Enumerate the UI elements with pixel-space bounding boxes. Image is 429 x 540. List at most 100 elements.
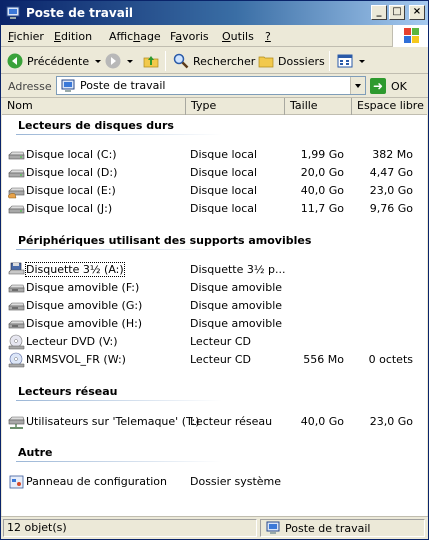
list-item[interactable]: Disque local (J:) Disque local 11,7 Go 9… bbox=[2, 200, 427, 218]
item-type: Disque amovible bbox=[190, 299, 283, 312]
explorer-window: Poste de travail _ □ × Fichier Edition A… bbox=[0, 0, 429, 540]
folders-label: Dossiers bbox=[278, 54, 325, 68]
item-name: Disque local (E:) bbox=[26, 184, 116, 197]
list-item[interactable]: Disque amovible (G:) Disque amovible bbox=[2, 297, 427, 315]
item-name: NRMSVOL_FR (W:) bbox=[26, 353, 126, 366]
go-arrow-icon: ➜ bbox=[370, 78, 386, 94]
item-type: Lecteur CD bbox=[190, 353, 251, 366]
back-label: Précédente bbox=[27, 54, 90, 68]
item-free-space: 382 Mo bbox=[372, 148, 413, 161]
forward-button[interactable] bbox=[105, 51, 133, 71]
group-divider bbox=[16, 400, 222, 401]
group-divider bbox=[16, 249, 222, 250]
hard-drive-icon bbox=[8, 205, 25, 214]
title-bar[interactable]: Poste de travail _ □ × bbox=[1, 1, 428, 25]
item-type: Disque local bbox=[190, 148, 258, 161]
item-type: Dossier système bbox=[190, 475, 282, 488]
control-panel-icon bbox=[9, 475, 24, 489]
list-item[interactable]: Panneau de configuration Dossier système bbox=[2, 473, 427, 491]
shared-drive-icon bbox=[8, 187, 25, 199]
list-item[interactable]: Utilisateurs sur 'Telemaque' (T:) Lecteu… bbox=[2, 413, 427, 431]
list-item[interactable]: Disque amovible (H:) Disque amovible bbox=[2, 315, 427, 333]
column-header-name[interactable]: Nom bbox=[2, 98, 186, 115]
item-name: Panneau de configuration bbox=[26, 475, 168, 488]
back-button[interactable]: Précédente bbox=[7, 51, 102, 71]
item-name: Lecteur DVD (V:) bbox=[26, 335, 118, 348]
item-free-space: 23,0 Go bbox=[369, 184, 413, 197]
up-folder-icon bbox=[143, 56, 159, 68]
go-label: OK bbox=[391, 79, 407, 93]
list-item[interactable]: Disque local (E:) Disque local 40,0 Go 2… bbox=[2, 182, 427, 200]
item-total-size: 556 Mo bbox=[303, 353, 344, 366]
list-item[interactable]: NRMSVOL_FR (W:) Lecteur CD 556 Mo 0 octe… bbox=[2, 351, 427, 369]
item-total-size: 11,7 Go bbox=[300, 202, 344, 215]
item-type: Disque local bbox=[190, 184, 258, 197]
item-free-space: 0 octets bbox=[368, 353, 413, 366]
item-name: Disque local (C:) bbox=[26, 148, 117, 161]
close-button[interactable]: × bbox=[409, 5, 425, 20]
windows-logo bbox=[392, 25, 428, 47]
column-header-free-space[interactable]: Espace libre bbox=[352, 98, 427, 115]
item-name: Disque amovible (F:) bbox=[26, 281, 140, 294]
dvd-drive-icon bbox=[8, 334, 25, 350]
list-item[interactable]: Disque local (C:) Disque local 1,99 Go 3… bbox=[2, 146, 427, 164]
hard-drive-icon bbox=[8, 169, 25, 178]
item-total-size: 1,99 Go bbox=[300, 148, 344, 161]
back-dropdown-icon[interactable] bbox=[95, 59, 102, 63]
item-total-size: 20,0 Go bbox=[300, 166, 344, 179]
group-header: Lecteurs réseau bbox=[18, 385, 118, 398]
views-dropdown-icon[interactable] bbox=[359, 59, 365, 63]
item-name: Disque amovible (G:) bbox=[26, 299, 143, 312]
removable-drive-icon bbox=[8, 284, 25, 293]
search-label: Rechercher bbox=[193, 54, 256, 68]
removable-drive-icon bbox=[8, 320, 25, 329]
item-name: Disquette 3½ (A:) bbox=[25, 262, 125, 277]
floppy-drive-icon bbox=[8, 262, 25, 275]
list-item[interactable]: Disque local (D:) Disque local 20,0 Go 4… bbox=[2, 164, 427, 182]
group-header: Autre bbox=[18, 446, 53, 459]
minimize-button[interactable]: _ bbox=[371, 5, 387, 20]
my-computer-icon bbox=[61, 79, 75, 92]
up-folder-button[interactable] bbox=[143, 51, 163, 71]
menu-edition[interactable]: Edition bbox=[54, 30, 92, 43]
menu-help[interactable]: ? bbox=[265, 30, 271, 43]
list-item[interactable]: Disque amovible (F:) Disque amovible bbox=[2, 279, 427, 297]
forward-dropdown-icon[interactable] bbox=[127, 59, 133, 63]
item-total-size: 40,0 Go bbox=[300, 415, 344, 428]
address-input[interactable]: Poste de travail bbox=[56, 76, 366, 95]
toolbar-separator bbox=[329, 51, 330, 71]
views-button[interactable] bbox=[337, 51, 365, 71]
address-dropdown-button[interactable] bbox=[350, 77, 365, 94]
go-button[interactable]: ➜ OK bbox=[370, 77, 407, 95]
item-type: Disque amovible bbox=[190, 281, 283, 294]
hard-drive-icon bbox=[8, 151, 25, 160]
list-item[interactable]: Disquette 3½ (A:) Disquette 3½ p... bbox=[2, 261, 427, 279]
menu-outils[interactable]: Outils bbox=[222, 30, 254, 43]
item-name: Disque amovible (H:) bbox=[26, 317, 143, 330]
column-header-type[interactable]: Type bbox=[186, 98, 285, 115]
my-computer-icon bbox=[6, 6, 20, 19]
address-value: Poste de travail bbox=[80, 79, 166, 92]
column-header-bar: Nom Type Taille totale Espace libre bbox=[2, 98, 427, 128]
group-divider bbox=[16, 461, 222, 462]
back-arrow-icon bbox=[7, 53, 23, 69]
menu-fichier[interactable]: Fichier bbox=[8, 30, 44, 43]
menu-favoris[interactable]: Favoris bbox=[170, 30, 209, 43]
list-item[interactable]: Lecteur DVD (V:) Lecteur CD bbox=[2, 333, 427, 351]
status-bar: 12 objet(s) Poste de travail bbox=[1, 516, 428, 539]
status-location-label: Poste de travail bbox=[285, 521, 371, 535]
group-divider bbox=[16, 134, 222, 135]
cd-drive-icon bbox=[8, 352, 25, 368]
item-type: Disque amovible bbox=[190, 317, 283, 330]
menu-affichage[interactable]: Affichage bbox=[109, 30, 161, 43]
item-name: Utilisateurs sur 'Telemaque' (T:) bbox=[26, 415, 200, 428]
toolbar: Précédente Rechercher Dossiers bbox=[1, 48, 428, 74]
group-header: Périphériques utilisant des supports amo… bbox=[18, 234, 312, 247]
menu-bar: Fichier Edition Affichage Favoris Outils… bbox=[1, 25, 428, 47]
item-name: Disque local (J:) bbox=[26, 202, 113, 215]
search-button[interactable]: Rechercher bbox=[173, 51, 255, 71]
item-type: Lecteur réseau bbox=[190, 415, 273, 428]
maximize-button[interactable]: □ bbox=[389, 5, 405, 20]
folders-button[interactable]: Dossiers bbox=[258, 51, 325, 71]
column-header-total-size[interactable]: Taille totale bbox=[285, 98, 352, 128]
